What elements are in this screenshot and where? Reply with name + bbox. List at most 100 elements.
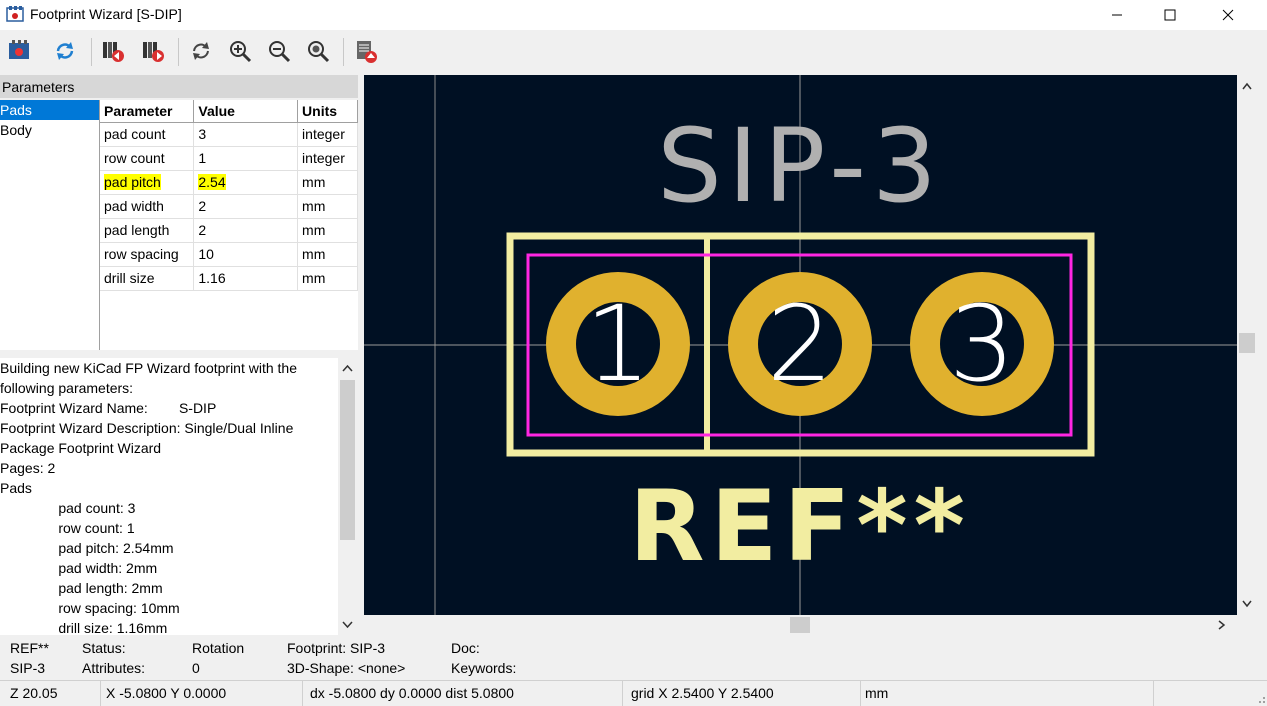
param-name-cell: row spacing	[100, 242, 195, 267]
scroll-up-icon[interactable]	[1237, 77, 1257, 97]
param-units-cell: mm	[297, 194, 358, 219]
info-ref: REF**	[10, 640, 49, 656]
zoom-fit-icon	[308, 41, 330, 63]
page-item-pads[interactable]: Pads	[0, 100, 99, 120]
footprint-info-panel: REF** SIP-3 Status: Attributes: Rotation…	[0, 637, 1258, 679]
export-footprint-icon	[357, 41, 377, 63]
log-scrollbar[interactable]	[338, 358, 357, 635]
zoom-in-icon	[230, 41, 252, 63]
table-row-highlighted[interactable]: pad pitch 2.54 mm	[100, 170, 358, 195]
resize-grip-icon[interactable]	[1255, 693, 1267, 705]
log-line: Building new KiCad FP Wizard footprint w…	[0, 360, 297, 376]
param-name-cell: pad pitch	[100, 170, 195, 195]
param-name-cell: drill size	[100, 266, 195, 291]
pad-number-2: 2	[767, 283, 833, 405]
table-row[interactable]: row count 1 integer	[100, 146, 358, 171]
canvas-horizontal-scrollbar[interactable]	[364, 615, 1237, 635]
column-header-parameter[interactable]: Parameter	[100, 100, 195, 123]
log-line: Pads	[0, 480, 32, 496]
pad-number-3: 3	[949, 283, 1015, 405]
footprint-value-text[interactable]: SIP-3	[657, 107, 943, 226]
title-bar: Footprint Wizard [S-DIP]	[0, 0, 1267, 30]
log-line: pad length: 2mm	[0, 580, 163, 596]
param-value-cell[interactable]: 2	[193, 218, 299, 243]
next-page-button[interactable]	[138, 36, 168, 66]
canvas-vertical-scrollbar[interactable]	[1237, 75, 1257, 615]
maximize-button[interactable]	[1140, 0, 1200, 30]
log-line: row spacing: 10mm	[0, 600, 180, 616]
page-item-body[interactable]: Body	[0, 120, 99, 140]
minimize-button[interactable]	[1087, 0, 1147, 30]
status-delta: dx -5.0800 dy 0.0000 dist 5.0800	[310, 685, 514, 701]
status-cursor: X -5.0800 Y 0.0000	[106, 685, 227, 701]
maximize-icon	[1164, 9, 1176, 21]
log-line: Footprint Wizard Name: S-DIP	[0, 400, 217, 416]
info-footprint: Footprint: SIP-3	[287, 640, 386, 656]
log-line: row count: 1	[0, 520, 135, 536]
log-line: pad count: 3	[0, 500, 136, 516]
redraw-button[interactable]	[186, 36, 216, 66]
pages-list[interactable]: Pads Body	[0, 100, 99, 350]
info-rotation-value: 0	[192, 660, 200, 676]
scroll-down-icon[interactable]	[1237, 593, 1257, 613]
canvas-vscroll-thumb[interactable]	[1239, 333, 1255, 353]
table-row[interactable]: pad count 3 integer	[100, 122, 358, 147]
column-header-value[interactable]: Value	[193, 100, 299, 123]
reset-parameters-button[interactable]	[50, 36, 80, 66]
log-line: following parameters:	[0, 380, 134, 396]
log-line: Package Footprint Wizard	[0, 440, 162, 456]
status-units: mm	[865, 685, 889, 701]
log-line: pad width: 2mm	[0, 560, 158, 576]
canvas-hscroll-thumb[interactable]	[790, 617, 810, 633]
parameters-grid[interactable]: Parameter Value Units pad count 3 intege…	[99, 100, 358, 350]
scroll-right-icon[interactable]	[1211, 615, 1231, 635]
zoom-fit-button[interactable]	[303, 36, 333, 66]
param-value-cell[interactable]: 3	[193, 122, 299, 147]
select-wizard-icon	[9, 40, 29, 59]
info-rotation-label: Rotation	[192, 640, 245, 656]
footprint-reference-text[interactable]: REF**	[629, 470, 971, 584]
zoom-in-button[interactable]	[225, 36, 255, 66]
info-value: SIP-3	[10, 660, 46, 676]
column-header-units[interactable]: Units	[297, 100, 358, 123]
param-units-cell: mm	[297, 242, 358, 267]
scroll-down-icon[interactable]	[338, 615, 357, 633]
log-line: Pages: 2	[0, 460, 56, 476]
zoom-out-button[interactable]	[264, 36, 294, 66]
table-row[interactable]: pad width 2 mm	[100, 194, 358, 219]
param-value-cell[interactable]: 1	[193, 146, 299, 171]
previous-page-button[interactable]	[98, 36, 128, 66]
redraw-icon	[193, 42, 209, 60]
log-line: pad pitch: 2.54mm	[0, 540, 174, 556]
param-units-cell: mm	[297, 170, 358, 195]
zoom-out-icon	[269, 41, 291, 63]
status-grid: grid X 2.5400 Y 2.5400	[631, 685, 774, 701]
param-name-cell: pad length	[100, 218, 195, 243]
table-row[interactable]: drill size 1.16 mm	[100, 266, 358, 291]
select-wizard-button[interactable]	[4, 36, 34, 66]
highlight-mark: 2.54	[198, 174, 226, 190]
export-footprint-button[interactable]	[351, 36, 381, 66]
build-log[interactable]: Building new KiCad FP Wizard footprint w…	[0, 358, 338, 635]
param-value-cell[interactable]: 1.16	[193, 266, 299, 291]
param-value-cell[interactable]: 2.54	[193, 170, 299, 195]
param-name-cell: row count	[100, 146, 195, 171]
toolbar	[0, 30, 1258, 74]
param-value-cell[interactable]: 10	[193, 242, 299, 267]
reset-parameters-icon	[56, 42, 74, 60]
pad-number-1: 1	[585, 283, 651, 405]
highlight-mark: pad pitch	[104, 174, 161, 190]
param-units-cell: integer	[297, 122, 358, 147]
status-zoom: Z 20.05	[10, 685, 58, 701]
footprint-canvas[interactable]: 1 2 3 SIP-3 REF**	[364, 75, 1237, 615]
info-attributes-label: Attributes:	[82, 660, 146, 676]
param-units-cell: mm	[297, 266, 358, 291]
scroll-up-icon[interactable]	[338, 360, 357, 378]
close-button[interactable]	[1198, 0, 1258, 30]
info-keywords-label: Keywords:	[451, 660, 517, 676]
table-row[interactable]: pad length 2 mm	[100, 218, 358, 243]
param-value-cell[interactable]: 2	[193, 194, 299, 219]
table-row[interactable]: row spacing 10 mm	[100, 242, 358, 267]
parameters-header: Parameters	[0, 75, 358, 98]
log-scroll-thumb[interactable]	[340, 380, 355, 540]
